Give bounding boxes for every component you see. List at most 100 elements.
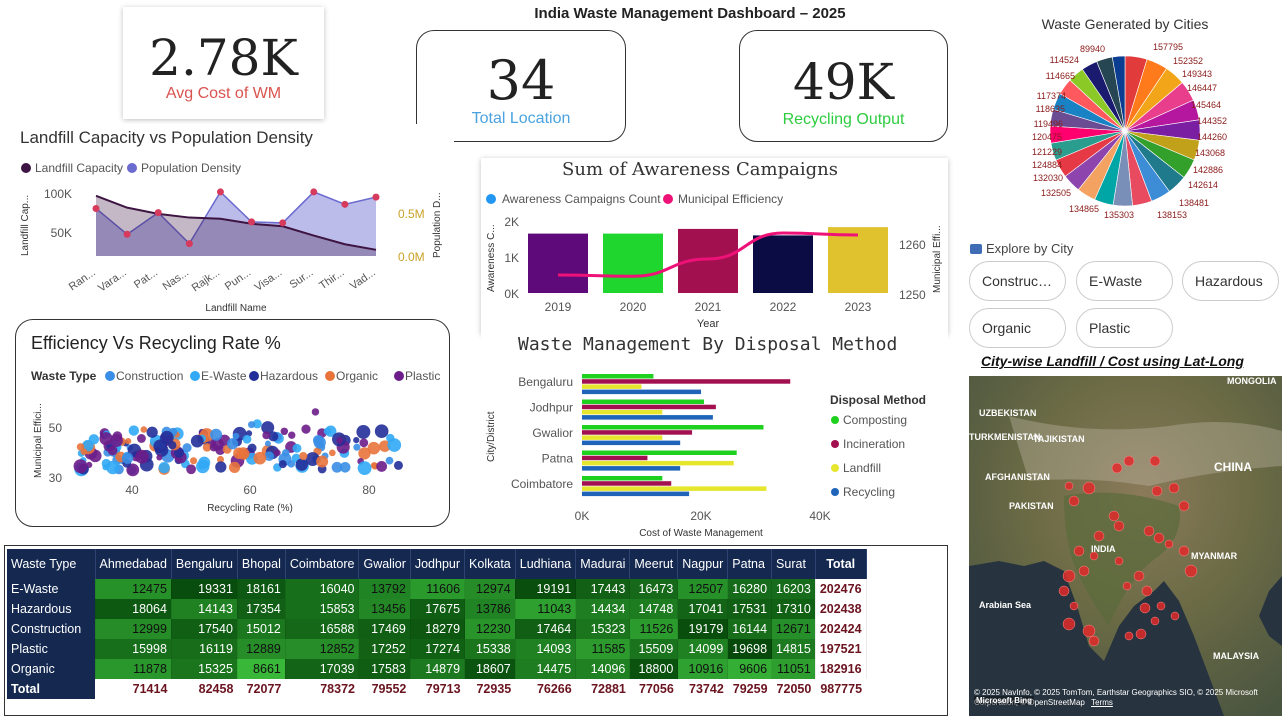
matrix-cell: 18064 xyxy=(95,599,172,619)
map-city-marker xyxy=(1149,455,1161,467)
disposal-bar xyxy=(582,430,693,435)
matrix-row[interactable]: Construction 12999 17540 15012 16588 17469 182… xyxy=(7,619,867,639)
population-density-point xyxy=(372,193,380,201)
matrix-header-patna[interactable]: Patna xyxy=(727,549,773,579)
legend-awareness-count-marker xyxy=(486,194,496,204)
scatter-point xyxy=(329,449,336,457)
scatter-point xyxy=(367,441,381,455)
pie-label: 142614 xyxy=(1188,180,1218,190)
matrix-header-total[interactable]: Total xyxy=(815,549,867,579)
matrix-header-bengaluru[interactable]: Bengaluru xyxy=(171,549,238,579)
disposal-bar xyxy=(582,491,690,497)
matrix-total-cell: 79713 xyxy=(410,679,465,699)
scatter-point xyxy=(282,449,290,457)
matrix-header-bhopal[interactable]: Bhopal xyxy=(237,549,286,579)
disposal-x-tick-40k: 40K xyxy=(809,509,830,523)
disposal-bar xyxy=(582,399,704,404)
landfill-x-tick: Pun... xyxy=(223,267,253,293)
legend-marker-recycling xyxy=(831,488,839,496)
matrix-cell: 14879 xyxy=(410,659,466,679)
matrix-header-ahmedabad[interactable]: Ahmedabad xyxy=(95,549,172,579)
map-city-marker xyxy=(1062,569,1076,583)
legend-municipal-efficiency-marker xyxy=(663,194,673,204)
pie-label: 144352 xyxy=(1197,116,1227,126)
waste-matrix[interactable]: Waste Type Ahmedabad Bengaluru Bhopal Coimba… xyxy=(4,545,948,716)
matrix-cell: 17583 xyxy=(358,659,411,679)
map-city-marker xyxy=(1108,510,1120,522)
matrix-total-cell: 77056 xyxy=(629,679,678,699)
matrix-row[interactable]: E-Waste 12475 19331 18161 16040 13792 11606 129… xyxy=(7,579,867,599)
scatter-point xyxy=(242,434,252,444)
scatter-point xyxy=(146,426,158,438)
matrix-cell: 17464 xyxy=(515,619,577,639)
map-label: AFGHANISTAN xyxy=(985,472,1050,482)
matrix-total-cell: 73742 xyxy=(677,679,728,699)
map-city-marker xyxy=(1123,455,1135,467)
map-title: City-wise Landfill / Cost using Lat-Long xyxy=(981,353,1244,369)
matrix-row-total: 202476 xyxy=(815,579,867,599)
matrix-cell: 17675 xyxy=(410,599,466,619)
matrix-header-waste-type[interactable]: Waste Type xyxy=(7,549,96,579)
scatter-point xyxy=(301,424,311,434)
kpi-recycling-output-card[interactable]: 49K Recycling Output xyxy=(739,30,948,142)
legend-label-construction: Construction xyxy=(116,369,183,383)
pie-chart[interactable]: Waste Generated by Cities 89940 114524 114… xyxy=(962,10,1282,230)
scatter-point xyxy=(385,456,394,465)
matrix-cell: 15998 xyxy=(95,639,172,659)
disposal-chart[interactable]: Waste Management By Disposal Method City… xyxy=(481,334,948,542)
matrix-header-jodhpur[interactable]: Jodhpur xyxy=(410,549,466,579)
scatter-point xyxy=(312,434,324,446)
slicer-option-plastic[interactable]: Plastic xyxy=(1076,308,1173,348)
map-terms-link[interactable]: Terms xyxy=(1091,698,1113,707)
map-city-marker xyxy=(1113,520,1125,532)
disposal-bar xyxy=(582,466,681,471)
matrix-header-gwalior[interactable]: Gwalior xyxy=(358,549,411,579)
legend-marker-landfill xyxy=(831,464,839,472)
population-density-point xyxy=(185,240,193,248)
aware-y-tick-0k: 0K xyxy=(504,287,519,301)
matrix-total-cell: 72881 xyxy=(575,679,630,699)
matrix-header-nagpur[interactable]: Nagpur xyxy=(677,549,729,579)
pie-label: 138153 xyxy=(1157,210,1187,220)
matrix-header-kolkata[interactable]: Kolkata xyxy=(464,549,516,579)
awareness-chart[interactable]: Sum of Awareness Campaigns Awareness Cam… xyxy=(481,158,948,334)
matrix-cell: 19331 xyxy=(171,579,238,599)
matrix-row[interactable]: Plastic 15998 16119 12889 12852 17252 17274 153… xyxy=(7,639,867,659)
population-density-point xyxy=(216,188,224,196)
scatter-point xyxy=(73,459,88,474)
efficiency-chart[interactable]: Efficiency Vs Recycling Rate % Waste Typ… xyxy=(15,319,450,527)
matrix-header-surat[interactable]: Surat xyxy=(771,549,816,579)
slicer-option-e-waste[interactable]: E-Waste xyxy=(1076,261,1173,301)
slicer-option-organic[interactable]: Organic xyxy=(969,308,1066,348)
pie-label: 145464 xyxy=(1191,100,1221,110)
slicer-option-construction[interactable]: Construct... xyxy=(969,261,1066,301)
matrix-cell: 14093 xyxy=(515,639,577,659)
pie-label: 124884 xyxy=(1032,160,1062,170)
kpi-avg-cost-card[interactable]: 2.78K Avg Cost of WM xyxy=(123,7,324,119)
matrix-row[interactable]: Organic 11878 15325 8661 17039 17583 14879 1860… xyxy=(7,659,867,679)
city-map[interactable]: MONGOLIA UZBEKISTAN TURKMENISTAN TAJIKISTAN… xyxy=(969,376,1282,716)
matrix-row-header: Construction xyxy=(7,619,96,639)
matrix-header-coimbatore[interactable]: Coimbatore xyxy=(285,549,360,579)
scatter-point xyxy=(323,427,332,435)
slicer-title: Explore by City xyxy=(970,241,1073,256)
matrix-header-meerut[interactable]: Meerut xyxy=(629,549,679,579)
matrix-cell: 17310 xyxy=(771,599,816,619)
matrix-table: Waste Type Ahmedabad Bengaluru Bhopal Coimba… xyxy=(7,549,867,699)
matrix-cell: 15338 xyxy=(464,639,516,659)
scatter-point xyxy=(357,461,372,476)
slicer-option-hazardous[interactable]: Hazardous xyxy=(1182,261,1279,301)
matrix-row[interactable]: Hazardous 18064 14143 17354 15853 13456 17675 1… xyxy=(7,599,867,619)
matrix-cell: 13786 xyxy=(464,599,516,619)
matrix-cell: 11526 xyxy=(629,619,679,639)
matrix-header-madurai[interactable]: Madurai xyxy=(575,549,631,579)
eff-y-axis-label: Municipal Effici... xyxy=(33,403,44,478)
legend-label-e-waste: E-Waste xyxy=(201,369,247,383)
scatter-point xyxy=(99,432,113,446)
scatter-point xyxy=(135,449,149,464)
matrix-header-ludhiana[interactable]: Ludhiana xyxy=(515,549,577,579)
legend-marker-organic xyxy=(325,371,335,381)
legend-marker-e-waste xyxy=(190,371,200,381)
landfill-chart[interactable]: Landfill Capacity vs Population Density … xyxy=(14,124,454,319)
map-city-marker xyxy=(1164,539,1174,549)
